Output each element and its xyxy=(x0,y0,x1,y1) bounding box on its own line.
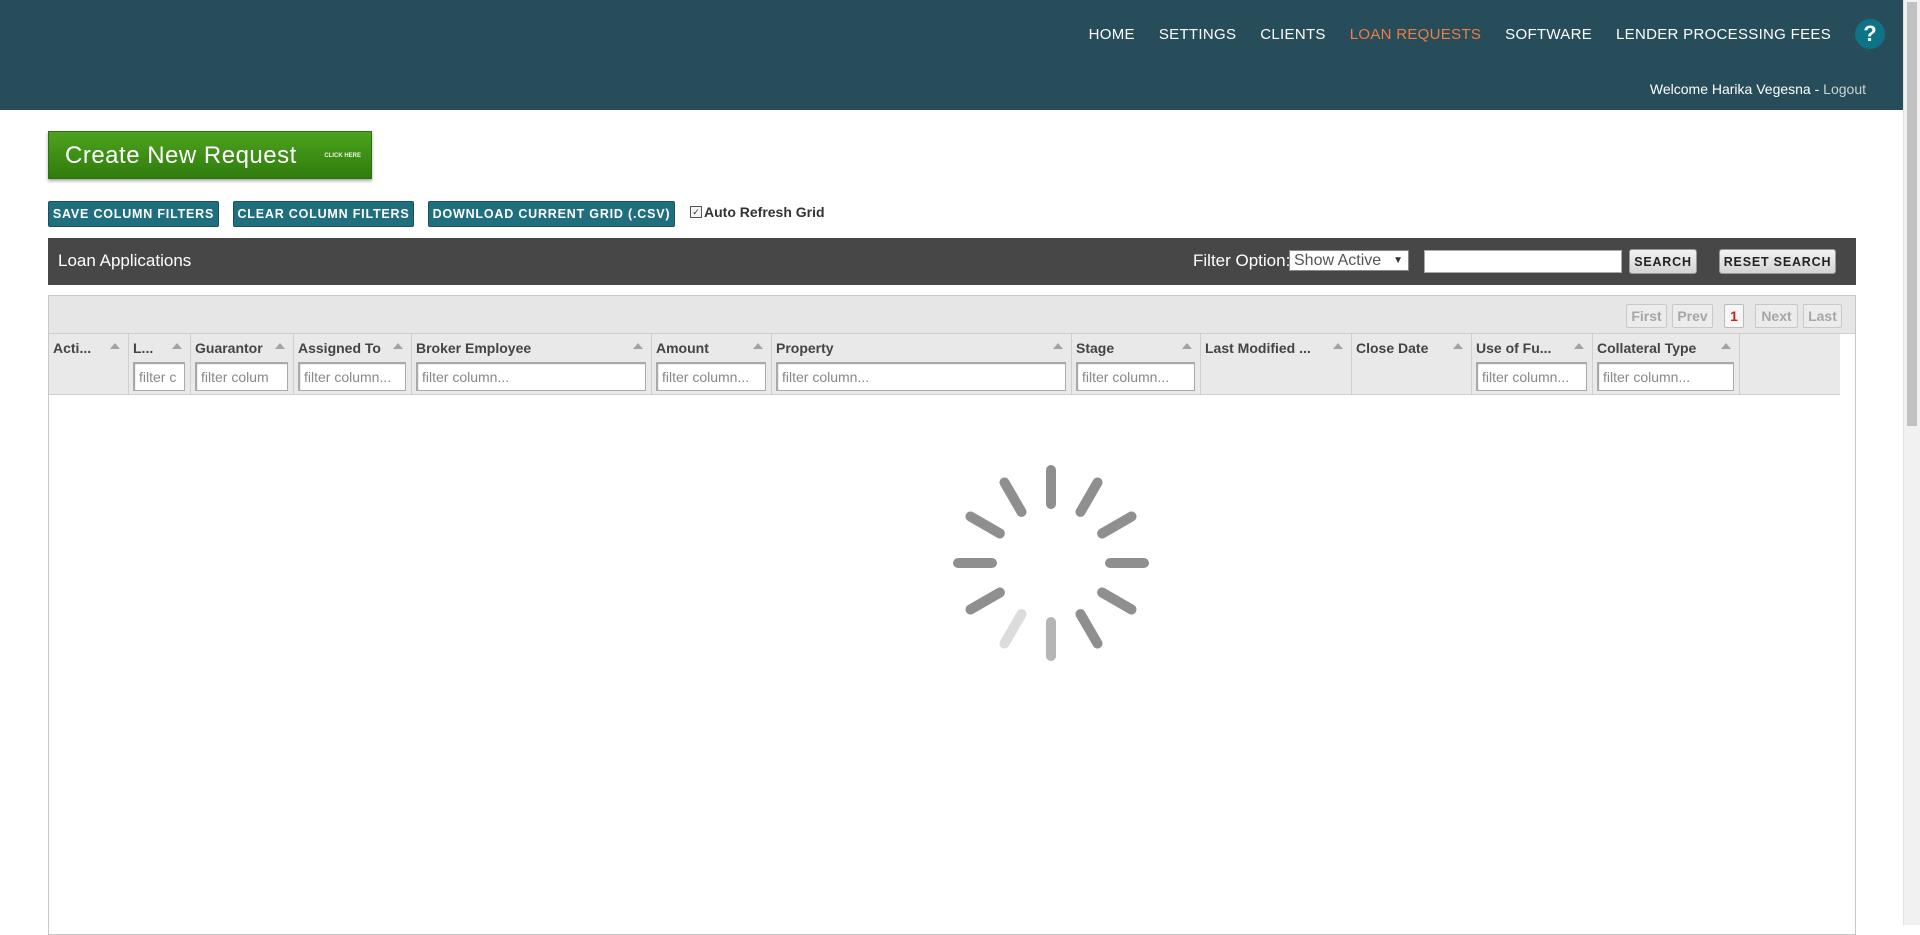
welcome-separator: - xyxy=(1810,81,1824,97)
sort-asc-icon[interactable] xyxy=(633,343,643,349)
column-filter-input[interactable]: filter column... xyxy=(416,362,646,391)
column-title: Assigned To xyxy=(298,340,381,356)
spinner-spoke xyxy=(1105,558,1149,568)
help-icon[interactable]: ? xyxy=(1855,19,1885,49)
spinner-spoke xyxy=(1046,465,1056,509)
column-title: L... xyxy=(133,340,154,356)
create-new-request-label: Create New Request xyxy=(65,142,297,169)
pager-prev-button[interactable]: Prev xyxy=(1672,304,1713,328)
sort-asc-icon[interactable] xyxy=(1182,343,1192,349)
sort-asc-icon[interactable] xyxy=(393,343,403,349)
column-title: Amount xyxy=(656,340,709,356)
column-title: Broker Employee xyxy=(416,340,532,356)
column-title: Property xyxy=(776,340,834,356)
nav-item-lender-processing-fees[interactable]: LENDER PROCESSING FEES xyxy=(1616,26,1831,43)
column-title: Collateral Type xyxy=(1597,340,1697,356)
auto-refresh-toggle: ✓ Auto Refresh Grid xyxy=(690,204,825,220)
pager: First Prev 1 Next Last xyxy=(49,296,1855,334)
search-input[interactable] xyxy=(1424,250,1622,273)
column-header-last-modified[interactable]: Last Modified ... xyxy=(1201,334,1352,394)
filter-option-select[interactable]: Show Active ▼ xyxy=(1289,250,1409,271)
clear-column-filters-button[interactable]: CLEAR COLUMN FILTERS xyxy=(233,201,414,227)
column-title: Stage xyxy=(1076,340,1115,356)
nav-item-loan-requests[interactable]: LOAN REQUESTS xyxy=(1350,26,1481,43)
top-header: HOME SETTINGS CLIENTS LOAN REQUESTS SOFT… xyxy=(0,0,1903,110)
pager-last-button[interactable]: Last xyxy=(1803,304,1842,328)
create-new-request-sublabel: CLICK HERE xyxy=(324,153,361,159)
loan-applications-grid: First Prev 1 Next Last Acti... L... filt… xyxy=(48,295,1856,935)
column-filter-input[interactable]: filter column... xyxy=(656,362,766,391)
auto-refresh-checkbox[interactable]: ✓ xyxy=(690,206,702,218)
column-header-close-date[interactable]: Close Date xyxy=(1352,334,1472,394)
create-new-request-button[interactable]: Create New Request CLICK HERE xyxy=(48,131,372,179)
column-header-collateral-type[interactable]: Collateral Type filter column... xyxy=(1593,334,1740,394)
nav-item-software[interactable]: SOFTWARE xyxy=(1505,26,1592,43)
pager-current-page[interactable]: 1 xyxy=(1724,304,1744,328)
column-header-guarantor[interactable]: Guarantor filter colum xyxy=(191,334,294,394)
column-header-amount[interactable]: Amount filter column... xyxy=(652,334,772,394)
column-filter-input[interactable]: filter column... xyxy=(1597,362,1734,391)
column-title: Guarantor xyxy=(195,340,263,356)
search-button[interactable]: SEARCH xyxy=(1629,249,1697,274)
logout-link[interactable]: Logout xyxy=(1823,81,1866,97)
column-header-loan[interactable]: L... filter c xyxy=(129,334,191,394)
page-scrollbar-thumb[interactable] xyxy=(1907,2,1917,426)
nav-item-home[interactable]: HOME xyxy=(1089,26,1135,43)
sort-asc-icon[interactable] xyxy=(1574,343,1584,349)
column-title: Close Date xyxy=(1356,340,1429,356)
column-header-broker-employee[interactable]: Broker Employee filter column... xyxy=(412,334,652,394)
download-csv-button[interactable]: DOWNLOAD CURRENT GRID (.CSV) xyxy=(428,201,675,227)
column-title: Last Modified ... xyxy=(1205,340,1311,356)
grid-title: Loan Applications xyxy=(58,251,192,270)
column-header-assigned-to[interactable]: Assigned To filter column... xyxy=(294,334,412,394)
welcome-text: Welcome Harika Vegesna - Logout xyxy=(1650,81,1866,97)
column-title: Use of Fu... xyxy=(1476,340,1552,356)
save-column-filters-button[interactable]: SAVE COLUMN FILTERS xyxy=(48,201,219,227)
sort-asc-icon[interactable] xyxy=(1333,343,1343,349)
column-header-property[interactable]: Property filter column... xyxy=(772,334,1072,394)
column-filter-input[interactable]: filter column... xyxy=(776,362,1066,391)
grid-title-bar: Loan Applications Filter Option: Show Ac… xyxy=(48,238,1856,285)
spinner-spoke xyxy=(953,558,997,568)
main-nav: HOME SETTINGS CLIENTS LOAN REQUESTS SOFT… xyxy=(1065,0,1885,68)
nav-item-settings[interactable]: SETTINGS xyxy=(1159,26,1236,43)
reset-search-button[interactable]: RESET SEARCH xyxy=(1719,249,1836,274)
column-title: Acti... xyxy=(53,340,92,356)
dropdown-arrow-icon: ▼ xyxy=(1393,255,1403,266)
grid-header-row: Acti... L... filter c Guarantor filter c… xyxy=(49,334,1840,395)
column-filter-input[interactable]: filter column... xyxy=(298,362,406,391)
pager-first-button[interactable]: First xyxy=(1626,304,1667,328)
sort-asc-icon[interactable] xyxy=(1453,343,1463,349)
column-header-actions[interactable]: Acti... xyxy=(49,334,129,394)
column-filter-input[interactable]: filter column... xyxy=(1476,362,1587,391)
column-filter-input[interactable]: filter c xyxy=(133,362,185,391)
sort-asc-icon[interactable] xyxy=(753,343,763,349)
sort-asc-icon[interactable] xyxy=(275,343,285,349)
pager-next-button[interactable]: Next xyxy=(1755,304,1798,328)
column-header-use-of-funds[interactable]: Use of Fu... filter column... xyxy=(1472,334,1593,394)
welcome-user: Welcome Harika Vegesna xyxy=(1649,81,1811,97)
column-header-stage[interactable]: Stage filter column... xyxy=(1072,334,1201,394)
sort-asc-icon[interactable] xyxy=(1721,343,1731,349)
nav-item-clients[interactable]: CLIENTS xyxy=(1260,26,1325,43)
column-filter-input[interactable]: filter column... xyxy=(1076,362,1195,391)
auto-refresh-label: Auto Refresh Grid xyxy=(704,204,825,220)
filter-option-label: Filter Option: xyxy=(1193,251,1291,270)
column-filter-input[interactable]: filter colum xyxy=(195,362,288,391)
sort-asc-icon[interactable] xyxy=(110,343,120,349)
page-scrollbar[interactable] xyxy=(1903,0,1920,925)
spinner-spoke xyxy=(1046,617,1056,661)
sort-asc-icon[interactable] xyxy=(172,343,182,349)
sort-asc-icon[interactable] xyxy=(1053,343,1063,349)
filter-option-value: Show Active xyxy=(1294,252,1382,269)
